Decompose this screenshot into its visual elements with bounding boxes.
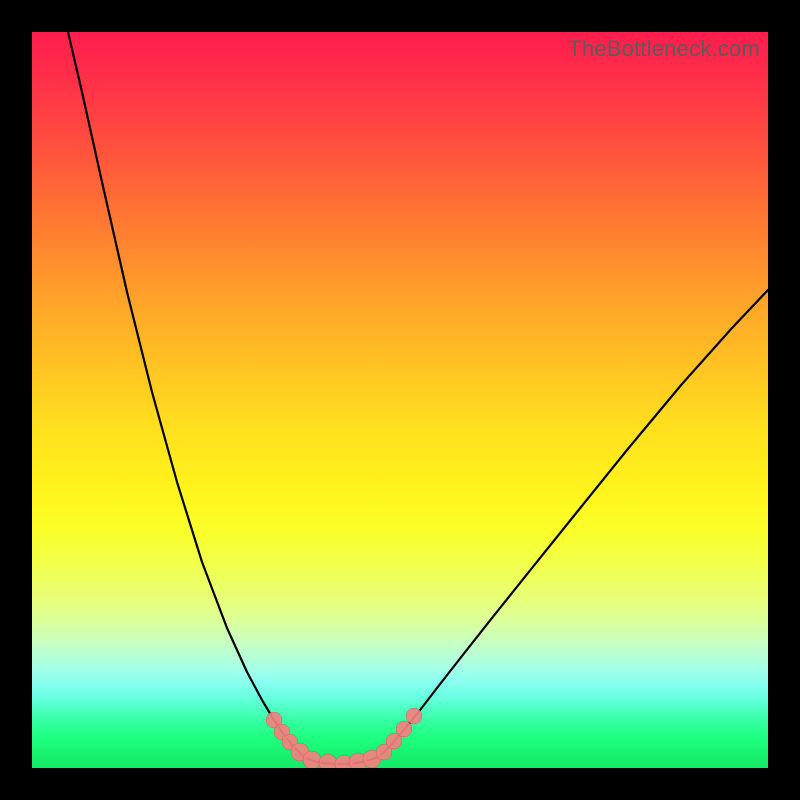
chart-frame: TheBottleneck.com: [0, 0, 800, 800]
data-marker: [396, 721, 412, 737]
data-marker: [406, 708, 422, 724]
data-marker: [303, 751, 321, 768]
curve-svg: [32, 32, 768, 768]
data-markers: [266, 708, 422, 768]
bottleneck-curve: [68, 32, 768, 764]
plot-area: TheBottleneck.com: [32, 32, 768, 768]
data-marker: [319, 754, 337, 768]
